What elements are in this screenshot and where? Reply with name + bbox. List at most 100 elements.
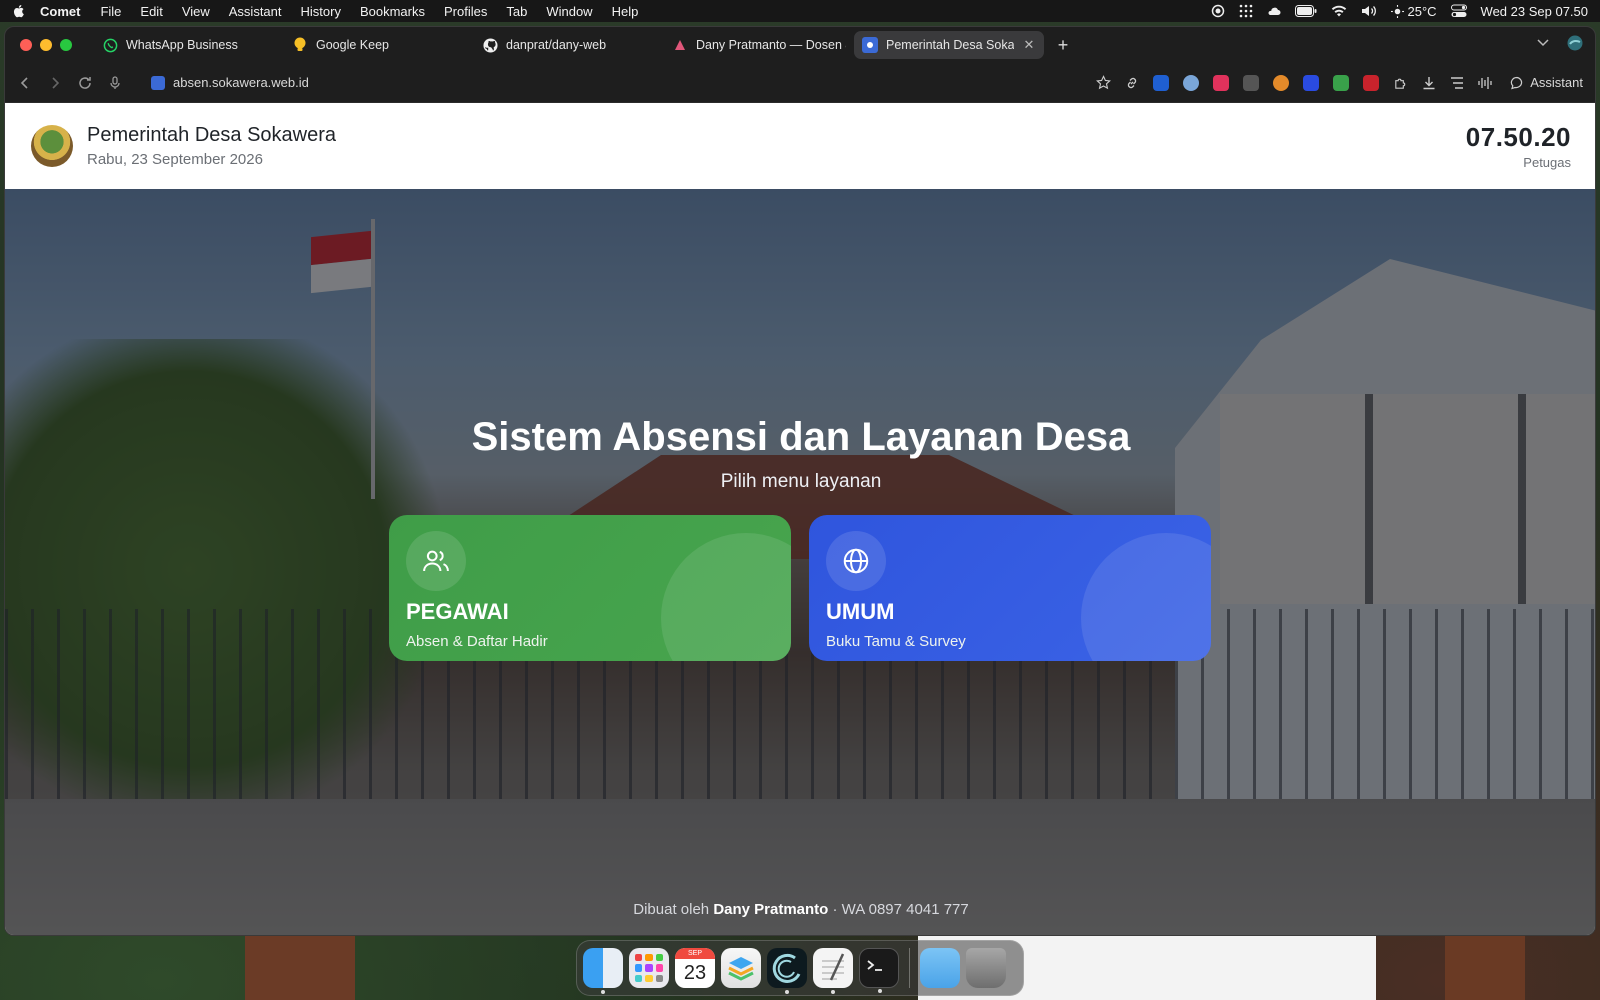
browser-window: WhatsApp Business Google Keep danprat/da… <box>4 26 1596 936</box>
github-icon <box>482 37 498 53</box>
menu-bookmarks[interactable]: Bookmarks <box>360 4 425 19</box>
terminal-icon[interactable] <box>859 948 899 993</box>
weather[interactable]: 25°C <box>1390 4 1437 19</box>
keep-bulb-icon <box>292 37 308 53</box>
menu-window[interactable]: Window <box>546 4 592 19</box>
url-text: absen.sokawera.web.id <box>173 75 309 90</box>
menu-history[interactable]: History <box>301 4 341 19</box>
link-icon[interactable] <box>1125 76 1139 90</box>
downloads-icon[interactable] <box>1422 76 1436 90</box>
site-icon <box>862 37 878 53</box>
zoom-window-button[interactable] <box>60 39 72 51</box>
downloads-folder-icon[interactable] <box>920 948 960 988</box>
tab-bar: WhatsApp Business Google Keep danprat/da… <box>5 27 1595 63</box>
profile-avatar-icon[interactable] <box>1567 35 1583 51</box>
pegawai-card[interactable]: PEGAWAI Absen & Daftar Hadir <box>389 515 791 661</box>
app-name[interactable]: Comet <box>40 4 80 19</box>
hero-section: Sistem Absensi dan Layanan Desa Pilih me… <box>5 189 1595 935</box>
trash-icon[interactable] <box>966 948 1006 988</box>
chat-bubble-icon <box>1511 76 1523 89</box>
menu-edit[interactable]: Edit <box>140 4 162 19</box>
running-indicator <box>878 989 882 993</box>
battery-icon[interactable] <box>1294 5 1317 17</box>
menubar-clock[interactable]: Wed 23 Sep 07.50 <box>1481 4 1588 19</box>
address-toolbar: absen.sokawera.web.id Assistant <box>5 63 1595 103</box>
hero-subtitle: Pilih menu layanan <box>720 471 882 492</box>
screenshot-extension-icon[interactable] <box>1213 74 1230 91</box>
audio-wave-icon[interactable] <box>1478 76 1492 90</box>
tab-label: Pemerintah Desa Sokawera <box>886 38 1014 52</box>
menu-tab[interactable]: Tab <box>506 4 527 19</box>
page-footer: Dibuat oleh Dany Pratmanto · WA 0897 404… <box>5 901 1595 918</box>
tabbar-right <box>1537 35 1583 51</box>
bitwarden-extension-icon[interactable] <box>1153 74 1170 91</box>
assistant-label: Assistant <box>1530 75 1583 90</box>
footer-author: Dany Pratmanto <box>713 901 829 918</box>
forward-button[interactable] <box>47 75 63 91</box>
ghost-extension-icon[interactable] <box>1183 74 1200 91</box>
tab-google-keep[interactable]: Google Keep <box>284 31 474 59</box>
launchpad-icon[interactable] <box>629 948 669 988</box>
card-decoration <box>661 533 791 661</box>
close-window-button[interactable] <box>20 39 32 51</box>
calendar-icon[interactable]: SEP 23 <box>675 948 715 988</box>
textedit-icon[interactable] <box>813 948 853 994</box>
comet-browser-icon[interactable] <box>767 948 807 994</box>
tab-label: WhatsApp Business <box>126 38 238 52</box>
hero-overlay <box>5 189 1595 935</box>
card-decoration <box>1081 533 1211 661</box>
download-extension-icon[interactable] <box>1303 74 1320 91</box>
cloud-sync-icon[interactable] <box>1267 4 1281 18</box>
address-bar[interactable]: absen.sokawera.web.id <box>151 75 1021 90</box>
back-button[interactable] <box>17 75 33 91</box>
tab-pemerintah-desa[interactable]: Pemerintah Desa Sokawera ✕ <box>854 31 1044 59</box>
dock-separator <box>909 948 910 988</box>
microphone-icon[interactable] <box>107 75 123 91</box>
heart-extension-icon[interactable] <box>1333 74 1350 91</box>
current-date: Rabu, 23 September 2026 <box>87 151 263 168</box>
control-center-icon[interactable] <box>1450 4 1467 18</box>
menu-file[interactable]: File <box>100 4 121 19</box>
menu-bar: Comet File Edit View Assistant History B… <box>0 0 1600 22</box>
reload-button[interactable] <box>77 75 93 91</box>
glasses-extension-icon[interactable] <box>1243 74 1260 91</box>
menu-lines-icon[interactable] <box>1450 76 1464 89</box>
cookie-extension-icon[interactable] <box>1273 74 1290 91</box>
umum-card[interactable]: UMUM Buku Tamu & Survey <box>809 515 1211 661</box>
grid-dots-icon[interactable] <box>1239 4 1253 18</box>
chevron-down-icon[interactable] <box>1537 39 1549 47</box>
toolbar-actions: Assistant <box>1096 74 1583 91</box>
menu-assistant[interactable]: Assistant <box>229 4 282 19</box>
window-controls <box>20 39 72 51</box>
video-extension-icon[interactable] <box>1363 74 1380 91</box>
finder-icon[interactable] <box>583 948 623 994</box>
hero-title: Sistem Absensi dan Layanan Desa <box>471 415 1131 459</box>
tab-label: Dany Pratmanto — Dosen & <box>696 38 846 52</box>
site-header: Pemerintah Desa Sokawera Rabu, 23 Septem… <box>5 103 1595 189</box>
wifi-icon[interactable] <box>1331 5 1347 17</box>
petugas-link[interactable]: Petugas <box>1466 155 1571 170</box>
menu-view[interactable]: View <box>182 4 210 19</box>
tab-whatsapp[interactable]: WhatsApp Business <box>94 31 284 59</box>
assistant-button[interactable]: Assistant <box>1510 75 1583 90</box>
minimize-window-button[interactable] <box>40 39 52 51</box>
close-tab-icon[interactable]: ✕ <box>1022 38 1036 52</box>
sun-icon <box>1390 4 1404 18</box>
bookmark-star-icon[interactable] <box>1096 75 1112 90</box>
tab-dany-pratmanto[interactable]: Dany Pratmanto — Dosen & <box>664 31 854 59</box>
wallpaper-tree <box>245 936 355 1000</box>
menu-help[interactable]: Help <box>612 4 639 19</box>
stack-app-icon[interactable] <box>721 948 761 988</box>
volume-icon[interactable] <box>1361 4 1377 18</box>
tab-github[interactable]: danprat/dany-web <box>474 31 664 59</box>
menu-profiles[interactable]: Profiles <box>444 4 487 19</box>
footer-prefix: Dibuat oleh <box>633 901 710 918</box>
new-tab-button[interactable]: + <box>1052 34 1074 56</box>
footer-contact: · WA 0897 4041 777 <box>832 901 969 918</box>
users-icon <box>406 531 466 591</box>
globe-icon <box>826 531 886 591</box>
apple-icon[interactable] <box>12 4 26 18</box>
screen-record-icon[interactable] <box>1211 4 1225 18</box>
puzzle-extensions-icon[interactable] <box>1393 75 1408 90</box>
whatsapp-icon <box>102 37 118 53</box>
